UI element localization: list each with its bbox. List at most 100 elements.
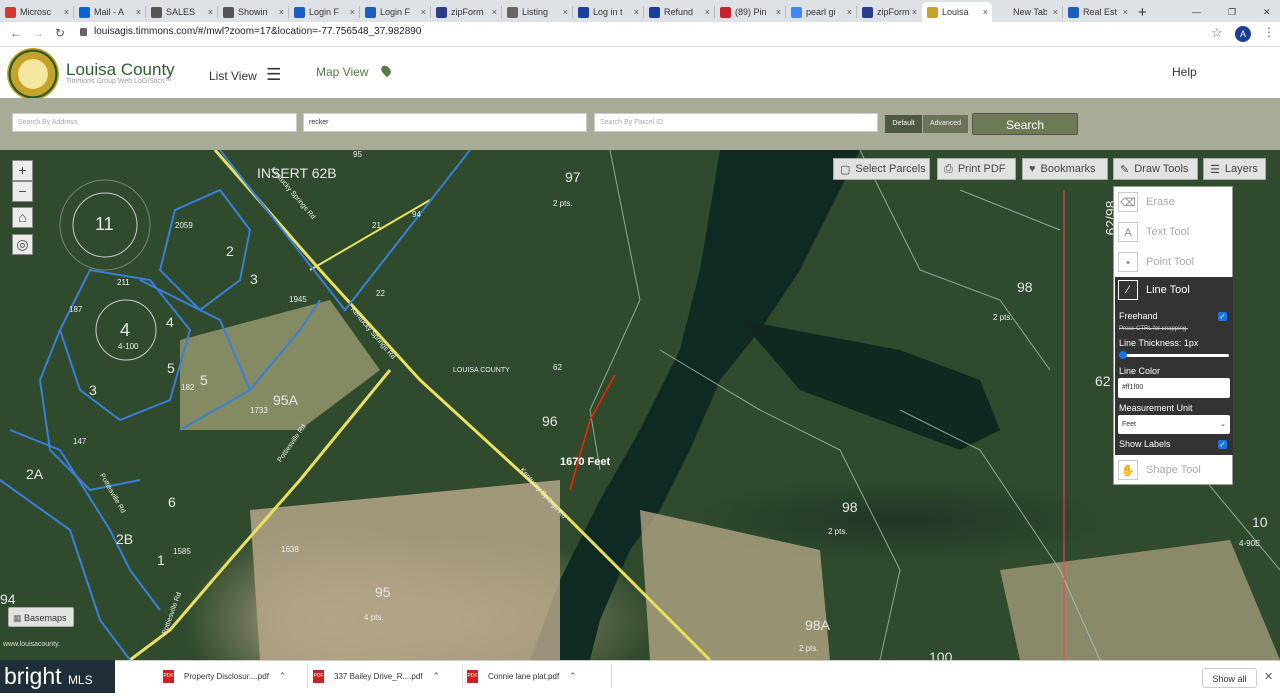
reload-icon[interactable]: ↻ [55,26,65,40]
point-tool[interactable]: • Point Tool [1115,247,1233,276]
zoom-in-button[interactable]: + [12,160,33,181]
close-download-bar-icon[interactable]: ✕ [1264,670,1273,683]
line-color-input[interactable]: #ff1f00 [1118,378,1230,398]
map-label-pts: 2 pts. [993,313,1013,322]
bookmark-star-icon[interactable]: ☆ [1211,25,1223,41]
county-seal-logo[interactable] [7,48,59,100]
browser-tab[interactable]: Mail - A × [74,2,145,22]
chevron-up-icon[interactable]: ⌃ [279,671,287,682]
line-thickness-slider[interactable] [1119,354,1229,357]
tab-close-icon[interactable]: × [705,7,710,17]
bookmarks-button[interactable]: ♥ Bookmarks [1022,158,1108,180]
download-item[interactable]: PDF Property Disclosur....pdf ⌃ [163,665,303,687]
text-tool[interactable]: A Text Tool [1115,217,1233,246]
map-view-button[interactable]: Map View [316,63,393,79]
tab-label: zipForm [877,7,910,17]
draw-tools-button[interactable]: ✎ Draw Tools [1113,158,1198,180]
browser-tab[interactable]: New Tab × [993,2,1062,22]
browser-tab[interactable]: Showin × [218,2,288,22]
browser-tab[interactable]: SALES × [146,2,217,22]
owner-search-input[interactable]: recker [303,113,587,132]
map-label-parcel: 96 [542,413,558,429]
tab-label: Showin [238,7,268,17]
new-tab-button[interactable]: + [1138,2,1158,22]
browser-tab[interactable]: Louisa × [922,2,992,22]
tab-label: Listing [522,7,549,17]
tab-favicon-icon [578,6,589,18]
browser-tab[interactable]: zipForm × [857,2,921,22]
map-label-parcel: 4 [120,320,131,340]
list-view-button[interactable]: List View ☰ [209,65,281,85]
tab-close-icon[interactable]: × [421,7,426,17]
profile-avatar[interactable]: A [1235,26,1251,42]
basemaps-button[interactable]: ▦ Basemaps [8,607,74,627]
freehand-checkbox[interactable]: ✓ [1218,312,1227,321]
tab-separator [572,6,573,18]
browser-tab[interactable]: pearl gi × [786,2,856,22]
browser-tab[interactable]: Login F × [360,2,430,22]
tab-close-icon[interactable]: × [136,7,141,17]
line-tool-label[interactable]: Line Tool [1146,284,1190,296]
browser-tab[interactable]: Login F × [289,2,359,22]
shape-tool[interactable]: ✋ Shape Tool [1115,455,1233,484]
browser-menu-icon[interactable]: ⋮ [1263,25,1275,39]
browser-tab[interactable]: (89) Pin × [715,2,785,22]
window-close-icon[interactable]: ✕ [1263,2,1277,22]
chevron-up-icon[interactable]: ⌃ [569,671,577,682]
map-canvas[interactable]: INSERT 62B 97 2 pts. 98 2 pts. 62/98 62 … [0,150,1280,660]
show-labels-checkbox[interactable]: ✓ [1218,440,1227,449]
tab-close-icon[interactable]: × [776,7,781,17]
back-icon[interactable]: ← [10,26,22,40]
help-link[interactable]: Help [1172,65,1197,79]
advanced-search-toggle[interactable]: Advanced [923,115,968,133]
print-pdf-button[interactable]: ⎙ Print PDF [937,158,1016,180]
tab-close-icon[interactable]: × [634,7,639,17]
map-label-number: 187 [69,305,83,314]
browser-tab[interactable]: zipForm × [431,2,501,22]
tab-close-icon[interactable]: × [1123,7,1128,17]
browser-tab[interactable]: Microsc × [0,2,73,22]
locate-button[interactable]: ◎ [12,234,33,255]
line-icon: ∕ [1118,280,1138,300]
shape-tool-label: Shape Tool [1146,463,1201,476]
map-label-number: 1945 [289,295,307,304]
tab-close-icon[interactable]: × [279,7,284,17]
parcel-search-input[interactable]: Search By Parcel ID [594,113,878,132]
tab-close-icon[interactable]: × [983,7,988,17]
tab-close-icon[interactable]: × [350,7,355,17]
slider-handle[interactable] [1119,351,1127,359]
basemaps-icon: ▦ [13,613,22,623]
url-field[interactable]: louisagis.timmons.com/#/mwl?zoom=17&loca… [94,26,421,37]
home-button[interactable]: ⌂ [12,207,33,228]
measurement-unit-select[interactable]: Feet ⌄ [1118,415,1230,434]
tab-close-icon[interactable]: × [912,7,917,17]
tab-close-icon[interactable]: × [64,7,69,17]
tab-close-icon[interactable]: × [1053,7,1058,17]
default-search-toggle[interactable]: Default [885,115,922,133]
minimize-icon[interactable]: — [1192,2,1206,22]
freehand-label: Freehand [1119,311,1158,321]
tab-close-icon[interactable]: × [492,7,497,17]
zoom-out-button[interactable]: − [12,181,33,202]
erase-tool[interactable]: ⌫ Erase [1115,187,1233,216]
tab-close-icon[interactable]: × [208,7,213,17]
browser-tab[interactable]: Listing × [502,2,572,22]
point-tool-label: Point Tool [1146,255,1195,268]
search-button[interactable]: Search [972,113,1078,135]
show-all-downloads-button[interactable]: Show all [1202,668,1257,688]
tab-close-icon[interactable]: × [563,7,568,17]
download-item[interactable]: PDF Connie lane plat.pdf ⌃ [467,665,607,687]
browser-tab[interactable]: Log in t × [573,2,643,22]
browser-tab[interactable]: Real Est × [1063,2,1132,22]
forward-icon[interactable]: → [32,26,44,40]
layers-button[interactable]: ☰ Layers [1203,158,1266,180]
download-item[interactable]: PDF 337 Bailey Drive_R....pdf ⌃ [313,665,458,687]
restore-icon[interactable]: ❐ [1228,2,1242,22]
browser-tab[interactable]: Refund × [644,2,714,22]
tab-close-icon[interactable]: × [847,7,852,17]
download-separator [307,664,308,688]
select-parcels-button[interactable]: ▢ Select Parcels [833,158,930,180]
chevron-up-icon[interactable]: ⌃ [433,671,441,682]
address-search-input[interactable]: Search By Address [12,113,297,132]
basemaps-label: Basemaps [24,613,67,623]
